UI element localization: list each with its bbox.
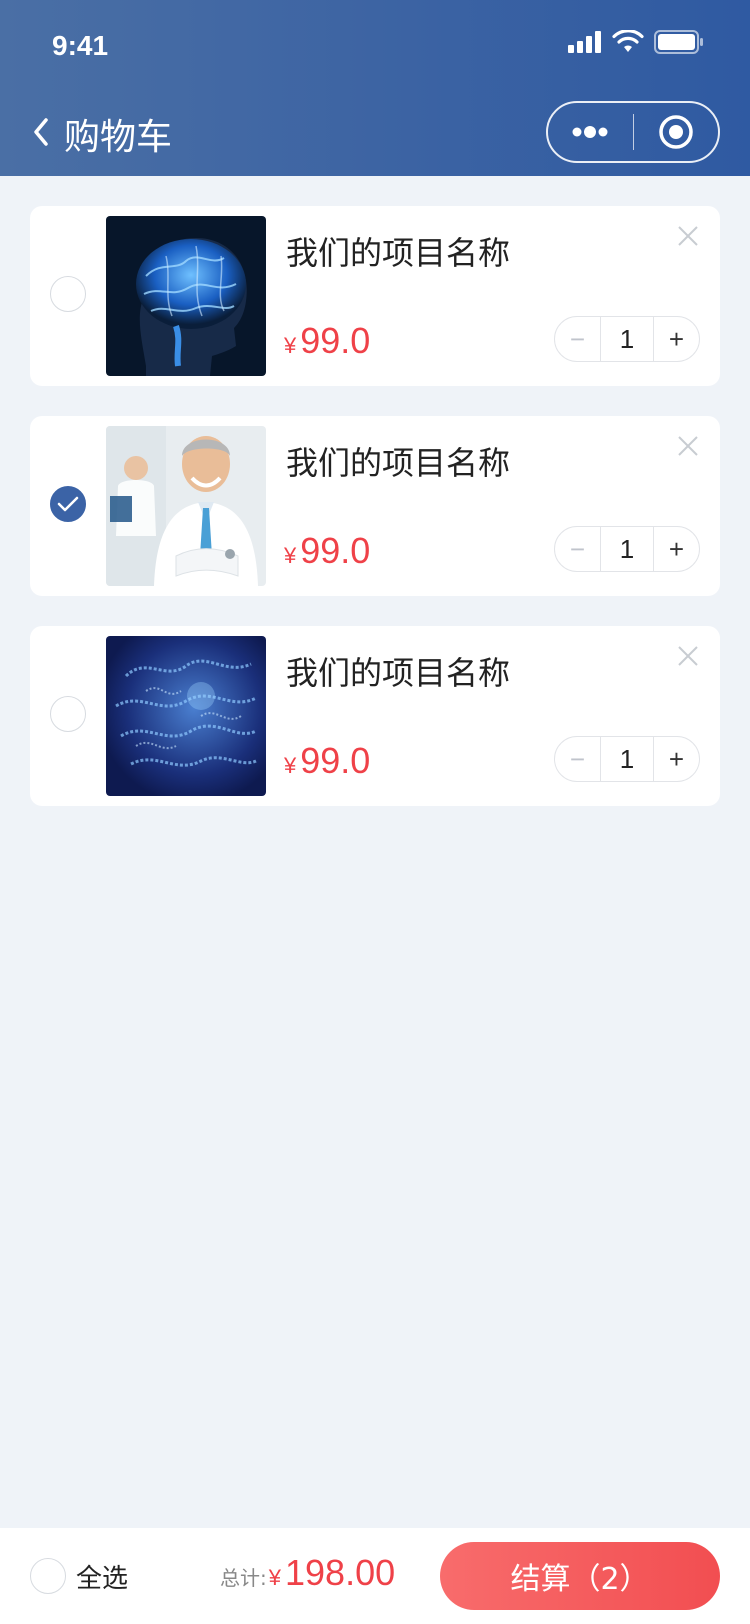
decrease-button[interactable]: − xyxy=(555,317,600,361)
mini-program-capsule xyxy=(546,101,720,163)
increase-button[interactable]: + xyxy=(654,527,699,571)
increase-button[interactable]: + xyxy=(654,317,699,361)
signal-icon xyxy=(568,31,601,53)
more-dots-icon xyxy=(572,126,608,138)
page-title: 购物车 xyxy=(64,117,173,158)
item-name[interactable]: 我们的项目名称 xyxy=(286,648,510,694)
header-bar: 9:41 购物车 xyxy=(0,0,750,176)
price-currency: ¥ xyxy=(284,543,297,568)
remove-item-icon[interactable] xyxy=(676,224,700,248)
quantity-stepper: − 1 + xyxy=(554,316,700,362)
price-currency: ¥ xyxy=(284,333,297,358)
decrease-button[interactable]: − xyxy=(555,737,600,781)
total-value: 198.00 xyxy=(285,1552,396,1593)
product-image-doctor xyxy=(106,426,266,586)
checkmark-icon xyxy=(57,496,79,512)
item-price: ¥ 99.0 xyxy=(284,320,370,362)
status-icons xyxy=(568,30,704,54)
item-name[interactable]: 我们的项目名称 xyxy=(286,228,510,274)
battery-icon xyxy=(654,30,703,54)
decrease-button[interactable]: − xyxy=(555,527,600,571)
cart-item: 我们的项目名称 ¥ 99.0 − 1 + xyxy=(30,416,720,596)
cart-item: 我们的项目名称 ¥ 99.0 − 1 + xyxy=(30,626,720,806)
back-icon[interactable] xyxy=(28,112,52,152)
total-amount: 总计: ¥ 198.00 xyxy=(220,1552,395,1594)
total-label: 总计: xyxy=(220,1566,267,1590)
checkout-bar: 全选 总计: ¥ 198.00 结算（2） xyxy=(0,1528,750,1624)
product-image-brain xyxy=(106,216,266,376)
wifi-icon xyxy=(612,30,644,52)
quantity-stepper: − 1 + xyxy=(554,526,700,572)
select-all-label[interactable]: 全选 xyxy=(76,1558,128,1595)
item-checkbox[interactable] xyxy=(50,276,86,312)
item-checkbox[interactable] xyxy=(50,486,86,522)
price-value: 99.0 xyxy=(300,530,371,571)
target-circle-icon xyxy=(659,115,693,149)
total-currency: ¥ xyxy=(268,1565,281,1590)
quantity-stepper: − 1 + xyxy=(554,736,700,782)
price-value: 99.0 xyxy=(300,320,371,361)
remove-item-icon[interactable] xyxy=(676,644,700,668)
price-value: 99.0 xyxy=(300,740,371,781)
product-image-binary-brain xyxy=(106,636,266,796)
status-time: 9:41 xyxy=(52,30,109,61)
cart-item: 我们的项目名称 ¥ 99.0 − 1 + xyxy=(30,206,720,386)
remove-item-icon[interactable] xyxy=(676,434,700,458)
increase-button[interactable]: + xyxy=(654,737,699,781)
select-all-checkbox[interactable] xyxy=(30,1558,66,1594)
quantity-value[interactable]: 1 xyxy=(600,317,654,361)
item-checkbox[interactable] xyxy=(50,696,86,732)
item-price: ¥ 99.0 xyxy=(284,530,370,572)
more-button[interactable] xyxy=(548,103,633,161)
quantity-value[interactable]: 1 xyxy=(600,527,654,571)
price-currency: ¥ xyxy=(284,753,297,778)
item-name[interactable]: 我们的项目名称 xyxy=(286,438,510,484)
close-mini-program-button[interactable] xyxy=(634,103,719,161)
item-price: ¥ 99.0 xyxy=(284,740,370,782)
quantity-value[interactable]: 1 xyxy=(600,737,654,781)
checkout-button[interactable]: 结算（2） xyxy=(440,1542,720,1610)
